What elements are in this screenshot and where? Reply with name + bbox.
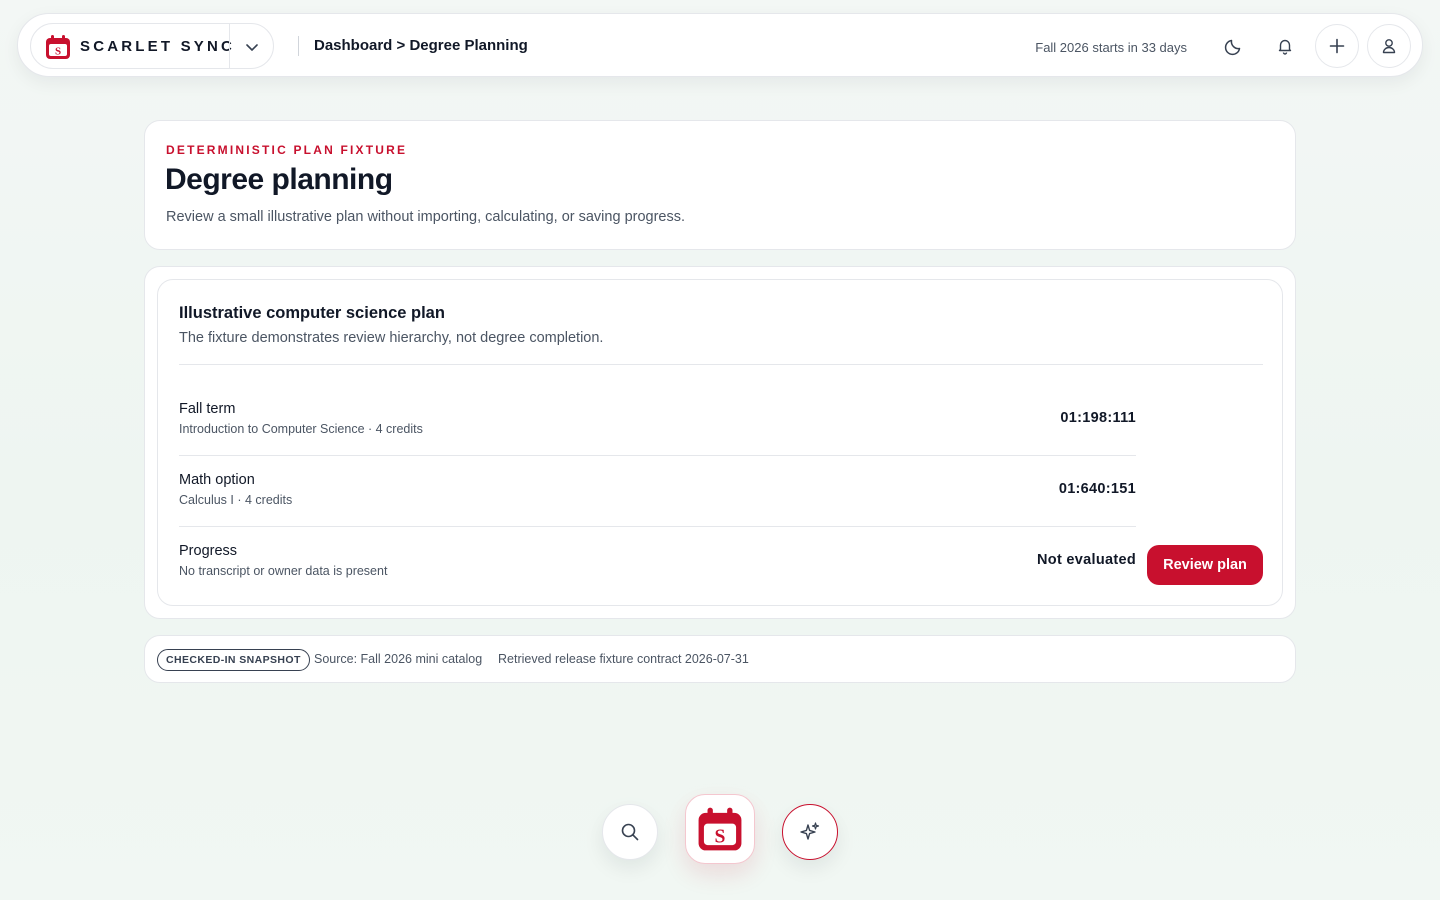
row-detail: Calculus I · 4 credits bbox=[179, 493, 293, 507]
page-title: Degree planning bbox=[165, 163, 393, 196]
page-header-card: DETERMINISTIC PLAN FIXTURE Degree planni… bbox=[144, 120, 1296, 250]
row-divider bbox=[179, 526, 1136, 527]
moon-icon bbox=[1224, 39, 1241, 56]
plan-row-math-option: Math option Calculus I · 4 credits 01:64… bbox=[179, 457, 1136, 527]
plan-section: Illustrative computer science plan The f… bbox=[144, 266, 1296, 619]
notifications-button[interactable] bbox=[1263, 24, 1307, 68]
breadcrumb-separator bbox=[298, 36, 299, 56]
plan-title: Illustrative computer science plan bbox=[179, 304, 445, 322]
home-button[interactable]: S bbox=[685, 794, 755, 864]
source-bar: CHECKED-IN SNAPSHOT Source: Fall 2026 mi… bbox=[144, 635, 1296, 683]
svg-text:S: S bbox=[715, 825, 726, 847]
plan-row-progress: Progress No transcript or owner data is … bbox=[179, 528, 1136, 598]
add-button[interactable] bbox=[1315, 24, 1359, 68]
row-detail: No transcript or owner data is present bbox=[179, 564, 388, 578]
sparkles-icon bbox=[800, 822, 820, 840]
plan-subtitle: The fixture demonstrates review hierarch… bbox=[179, 330, 604, 346]
assistant-button[interactable] bbox=[782, 804, 838, 860]
page-subtitle: Review a small illustrative plan without… bbox=[166, 209, 686, 225]
brand-name: SCARLET SYNC bbox=[80, 38, 236, 55]
chevron-down-icon[interactable] bbox=[242, 37, 262, 57]
brand-divider bbox=[229, 24, 230, 68]
profile-button[interactable] bbox=[1367, 24, 1411, 68]
breadcrumb: Dashboard > Degree Planning bbox=[314, 37, 528, 54]
row-title: Math option bbox=[179, 472, 255, 488]
user-icon bbox=[1382, 39, 1396, 54]
course-code: 01:198:111 bbox=[1060, 410, 1136, 426]
term-countdown: Fall 2026 starts in 33 days bbox=[1035, 40, 1187, 55]
svg-text:S: S bbox=[55, 46, 61, 58]
search-icon bbox=[621, 823, 639, 841]
retrieved-text: Retrieved release fixture contract 2026-… bbox=[498, 652, 749, 666]
course-code: 01:640:151 bbox=[1058, 481, 1136, 497]
plus-icon bbox=[1329, 38, 1345, 54]
source-text: Source: Fall 2026 mini catalog bbox=[314, 652, 483, 666]
theme-toggle-button[interactable] bbox=[1212, 24, 1256, 68]
bell-icon bbox=[1278, 39, 1292, 55]
top-bar: S SCARLET SYNC Dashboard > Degree Planni… bbox=[17, 13, 1423, 77]
review-plan-button[interactable]: Review plan bbox=[1147, 545, 1263, 585]
calendar-s-logo-icon: S bbox=[698, 807, 742, 851]
search-button[interactable] bbox=[602, 804, 658, 860]
row-title: Progress bbox=[179, 543, 238, 559]
snapshot-badge: CHECKED-IN SNAPSHOT bbox=[157, 649, 310, 671]
plan-card: Illustrative computer science plan The f… bbox=[157, 279, 1283, 606]
row-divider bbox=[179, 455, 1136, 456]
brand-switcher[interactable]: S SCARLET SYNC bbox=[30, 23, 274, 69]
plan-row-fall-term: Fall term Introduction to Computer Scien… bbox=[179, 386, 1136, 456]
page-eyebrow: DETERMINISTIC PLAN FIXTURE bbox=[166, 143, 408, 157]
row-title: Fall term bbox=[179, 401, 236, 417]
plan-divider bbox=[179, 364, 1263, 365]
row-detail: Introduction to Computer Science · 4 cre… bbox=[179, 422, 423, 436]
progress-status: Not evaluated bbox=[1037, 552, 1136, 568]
calendar-s-logo-icon: S bbox=[46, 35, 70, 59]
